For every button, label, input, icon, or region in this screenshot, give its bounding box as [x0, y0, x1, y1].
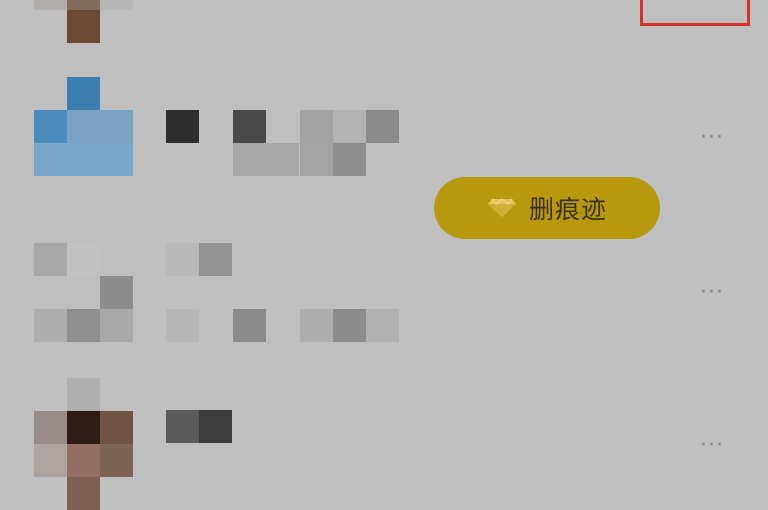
pixelated-name	[166, 110, 400, 176]
delete-traces-label: 删痕迹	[528, 195, 607, 224]
list-item[interactable]: ···	[0, 378, 768, 510]
avatar[interactable]	[34, 378, 133, 510]
highlight-box[interactable]	[640, 0, 750, 26]
avatar[interactable]	[34, 243, 133, 342]
list-item[interactable]	[0, 0, 768, 44]
more-options-icon[interactable]: ···	[700, 435, 724, 457]
list-item[interactable]: ···	[0, 225, 768, 355]
pixelated-name	[166, 410, 400, 443]
pixelated-name	[166, 243, 400, 342]
diamond-icon	[487, 198, 516, 217]
avatar[interactable]	[34, 77, 133, 176]
list-item[interactable]: 删痕迹 ···	[0, 70, 768, 239]
avatar[interactable]	[34, 0, 133, 44]
more-options-icon[interactable]: ···	[700, 127, 724, 149]
more-options-icon[interactable]: ···	[700, 282, 724, 304]
